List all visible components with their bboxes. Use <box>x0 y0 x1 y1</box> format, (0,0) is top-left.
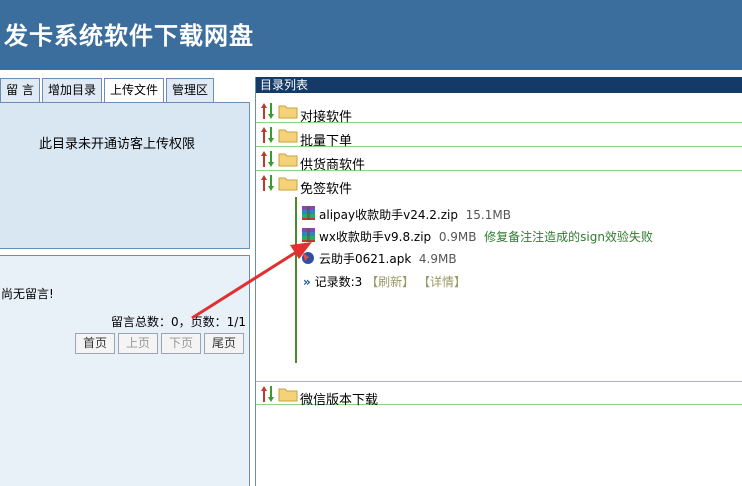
folder-row[interactable]: 批量下单 <box>256 123 742 149</box>
file-size: 4.9MB <box>418 252 457 266</box>
folder-row-open[interactable]: 免签软件 <box>256 171 742 197</box>
message-panel: 尚无留言! 留言总数：0，页数：1/1 首页 上页 下页 尾页 <box>0 255 250 486</box>
file-name[interactable]: wx收款助手v9.8.zip <box>319 230 431 244</box>
record-count: 记录数:3 <box>314 275 363 289</box>
site-title: 发卡系统软件下载网盘 <box>4 22 254 50</box>
site-header: 发卡系统软件下载网盘 <box>0 0 742 70</box>
folder-icon <box>278 105 298 119</box>
tab-admin[interactable]: 管理区 <box>166 78 214 102</box>
archive-icon <box>302 206 315 220</box>
directory-panel: 目录列表 对接软件 批量下单 供货商软件 免签软件 alipay收款助手v24.… <box>255 77 742 486</box>
folder-icon <box>278 153 298 167</box>
file-note: 修复备注注造成的sign效验失败 <box>484 230 653 244</box>
apk-icon <box>302 252 314 264</box>
sort-arrows-icon[interactable] <box>261 174 275 192</box>
prev-page-button[interactable]: 上页 <box>118 333 158 354</box>
record-summary: » 记录数:3 【刷新】 【详情】 <box>303 273 466 290</box>
folder-icon <box>278 388 298 402</box>
sort-arrows-icon[interactable] <box>261 385 275 403</box>
folder-name[interactable]: 免签软件 <box>300 178 352 197</box>
open-folder-icon <box>278 177 298 191</box>
detail-link[interactable]: 【详情】 <box>418 275 466 289</box>
file-size: 15.1MB <box>465 208 511 222</box>
folder-icon <box>278 129 298 143</box>
folder-row[interactable]: 供货商软件 <box>256 147 742 173</box>
archive-icon <box>302 228 315 242</box>
file-size: 0.9MB <box>438 230 477 244</box>
last-page-button[interactable]: 尾页 <box>204 333 244 354</box>
upload-panel: 此目录未开通访客上传权限 <box>0 102 250 249</box>
double-chevron-icon: » <box>303 275 311 289</box>
tab-add-directory[interactable]: 增加目录 <box>42 78 102 102</box>
sort-arrows-icon[interactable] <box>261 126 275 144</box>
first-page-button[interactable]: 首页 <box>75 333 115 354</box>
next-page-button[interactable]: 下页 <box>161 333 201 354</box>
tree-line <box>295 197 297 363</box>
folder-name[interactable]: 微信版本下载 <box>300 389 378 408</box>
file-name[interactable]: alipay收款助手v24.2.zip <box>319 208 458 222</box>
refresh-link[interactable]: 【刷新】 <box>366 275 414 289</box>
file-name[interactable]: 云助手0621.apk <box>319 252 411 266</box>
sort-arrows-icon[interactable] <box>261 102 275 120</box>
upload-permission-message: 此目录未开通访客上传权限 <box>39 137 196 152</box>
folder-row[interactable]: 对接软件 <box>256 99 742 125</box>
no-messages-text: 尚无留言! <box>1 287 54 301</box>
message-stats: 留言总数：0，页数：1/1 <box>111 315 246 329</box>
tab-messages[interactable]: 留 言 <box>0 78 40 102</box>
tab-upload-file[interactable]: 上传文件 <box>104 78 164 103</box>
folder-row[interactable]: 微信版本下载 <box>256 381 742 408</box>
directory-panel-title: 目录列表 <box>256 77 742 93</box>
sort-arrows-icon[interactable] <box>261 150 275 168</box>
